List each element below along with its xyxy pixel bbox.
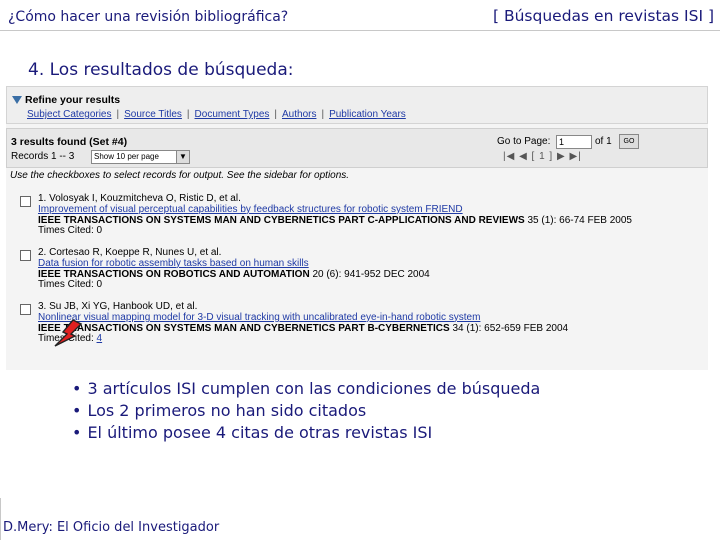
- record-text: 1. Volosyak I, Kouzmitcheva O, Ristic D,…: [38, 193, 632, 237]
- results-count: 3 results found (Set #4): [11, 136, 128, 148]
- page-number-input[interactable]: 1: [556, 135, 592, 149]
- record-authors: Volosyak I, Kouzmitcheva O, Ristic D, et…: [49, 193, 241, 204]
- record-number: 1.: [38, 193, 47, 204]
- bullet-dot: •: [72, 379, 82, 398]
- presentation-title: ¿Cómo hacer una revisión bibliográfica?: [8, 9, 289, 25]
- record-source: IEEE TRANSACTIONS ON SYSTEMS MAN AND CYB…: [38, 214, 525, 226]
- footer-divider: [0, 498, 1, 540]
- record-authors: Su JB, Xi YG, Hanbook UD, et al.: [49, 301, 198, 312]
- record-source-details: 35 (1): 66-74 FEB 2005: [524, 214, 632, 226]
- bullet-dot: •: [72, 423, 82, 442]
- record-text: 2. Cortesao R, Koeppe R, Nunes U, et al.…: [38, 247, 430, 291]
- record-title-link[interactable]: Improvement of visual perceptual capabil…: [38, 204, 463, 215]
- section-heading: 4. Los resultados de búsqueda:: [28, 60, 294, 80]
- record-title-link[interactable]: Data fusion for robotic assembly tasks b…: [38, 258, 309, 269]
- record-checkbox[interactable]: [20, 196, 31, 207]
- record-authors: Cortesao R, Koeppe R, Nunes U, et al.: [49, 247, 222, 258]
- record-source: IEEE TRANSACTIONS ON ROBOTICS AND AUTOMA…: [38, 268, 310, 280]
- search-results-screenshot: Refine your results Subject Categories | S…: [6, 86, 708, 370]
- highlight-arrow-icon: [54, 319, 83, 347]
- record-title-link[interactable]: Nonlinear visual mapping model for 3-D v…: [38, 312, 480, 323]
- record-source-details: 34 (1): 652-659 FEB 2004: [449, 322, 569, 334]
- conclusions-list: • 3 artículos ISI cumplen con las condici…: [72, 378, 540, 444]
- record-number: 2.: [38, 247, 47, 258]
- goto-page-label: Go to Page:: [497, 136, 551, 147]
- refine-links: Subject Categories | Source Titles | Documen…: [27, 109, 406, 120]
- chevron-down-icon: ▼: [176, 151, 189, 163]
- refine-panel: Refine your results Subject Categories | S…: [6, 86, 708, 124]
- record-number: 3.: [38, 301, 47, 312]
- times-cited-link[interactable]: 4: [97, 333, 103, 344]
- record-source-details: 20 (6): 941-952 DEC 2004: [309, 268, 430, 280]
- go-button[interactable]: GO: [619, 134, 639, 149]
- refine-link-publication-years[interactable]: Publication Years: [329, 109, 406, 120]
- footer-credit: D.Mery: El Oficio del Investigador: [3, 520, 220, 535]
- per-page-select[interactable]: Show 10 per page ▼: [91, 150, 190, 164]
- bullet-dot: •: [72, 401, 82, 420]
- results-bar: 3 results found (Set #4) Records 1 -- 3 …: [6, 128, 708, 168]
- refine-link-source-titles[interactable]: Source Titles: [124, 109, 182, 120]
- record-checkbox[interactable]: [20, 250, 31, 261]
- funnel-icon: [12, 96, 22, 104]
- page-total: of 1: [595, 136, 612, 147]
- checkbox-instruction: Use the checkboxes to select records for…: [10, 170, 350, 181]
- refine-title: Refine your results: [25, 94, 121, 106]
- refine-link-document-types[interactable]: Document Types: [195, 109, 270, 120]
- refine-link-authors[interactable]: Authors: [282, 109, 316, 120]
- pagination-controls[interactable]: |◀ ◀ [ 1 ] ▶ ▶|: [503, 151, 582, 162]
- record-source: IEEE TRANSACTIONS ON SYSTEMS MAN AND CYB…: [38, 322, 450, 334]
- times-cited-label: Times Cited:: [38, 225, 94, 237]
- bullet-item: • Los 2 primeros no han sido citados: [72, 401, 367, 420]
- bullet-item: • 3 artículos ISI cumplen con las condici…: [72, 379, 541, 398]
- slide-topic: [ Búsquedas en revistas ISI ]: [493, 7, 714, 25]
- records-range: Records 1 -- 3: [11, 151, 75, 162]
- refine-link-subject-categories[interactable]: Subject Categories: [27, 109, 112, 120]
- header-divider: [0, 30, 720, 31]
- times-cited-value: 0: [96, 225, 103, 237]
- times-cited-value: 0: [96, 279, 103, 291]
- per-page-value: Show 10 per page: [94, 152, 159, 161]
- record-checkbox[interactable]: [20, 304, 31, 315]
- times-cited-label: Times Cited:: [38, 279, 94, 291]
- record-text: 3. Su JB, Xi YG, Hanbook UD, et al. Nonl…: [38, 301, 569, 345]
- bullet-item: • El último posee 4 citas de otras revist…: [72, 423, 433, 442]
